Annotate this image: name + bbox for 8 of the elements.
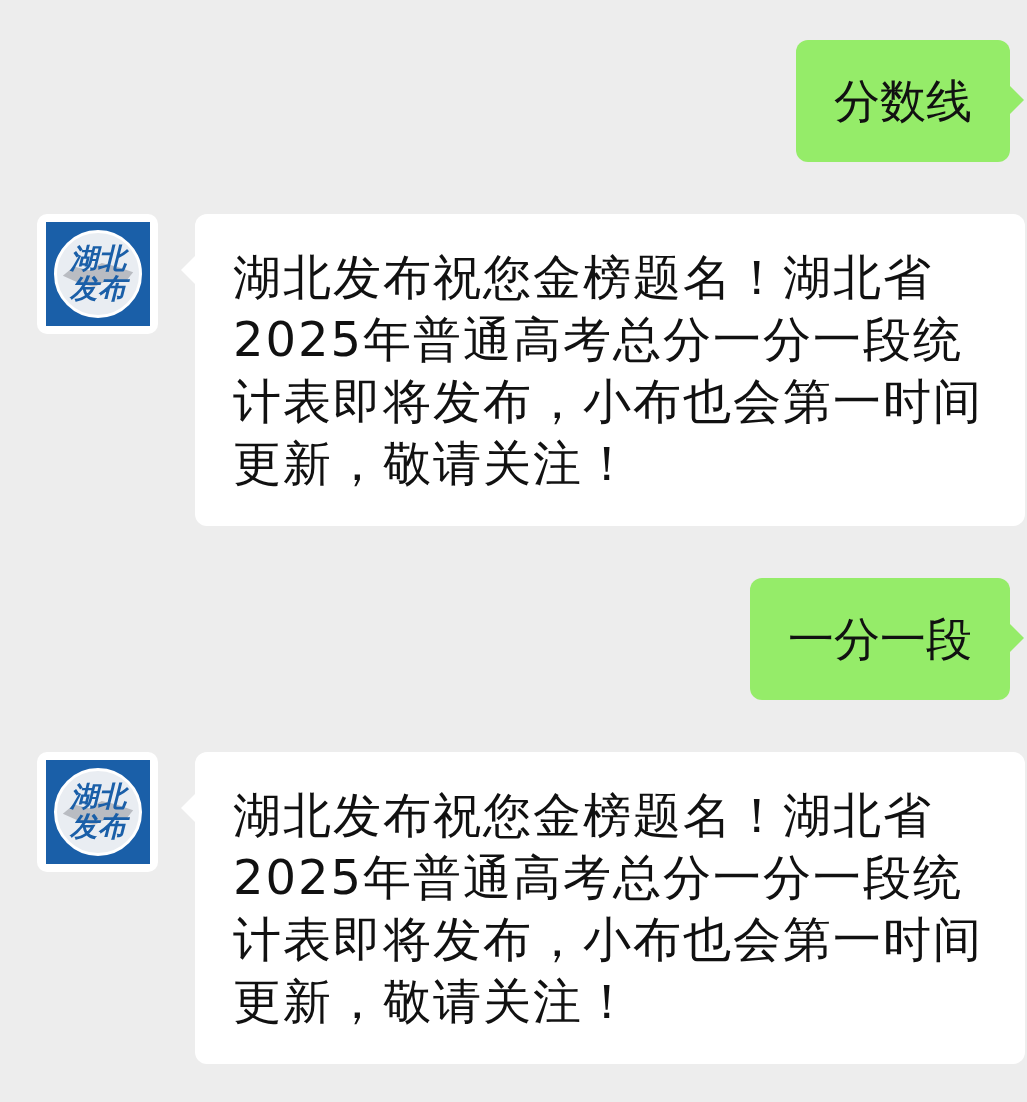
avatar-logo[interactable]: 湖北 发布 xyxy=(37,752,158,872)
received-message-bubble[interactable]: 湖北发布祝您金榜题名！湖北省2025年普通高考总分一分一段统计表即将发布，小布也会第一时间更新，敬请关注！ xyxy=(195,752,1025,1064)
bubble-tail-icon xyxy=(1010,624,1024,652)
avatar-logo[interactable]: 湖北 发布 xyxy=(37,214,158,334)
received-message-bubble[interactable]: 湖北发布祝您金榜题名！湖北省2025年普通高考总分一分一段统计表即将发布，小布也会第一时间更新，敬请关注！ xyxy=(195,214,1025,526)
sent-message-bubble[interactable]: 一分一段 xyxy=(750,578,1010,700)
bubble-tail-icon xyxy=(1010,86,1024,114)
sent-message-bubble[interactable]: 分数线 xyxy=(796,40,1010,162)
